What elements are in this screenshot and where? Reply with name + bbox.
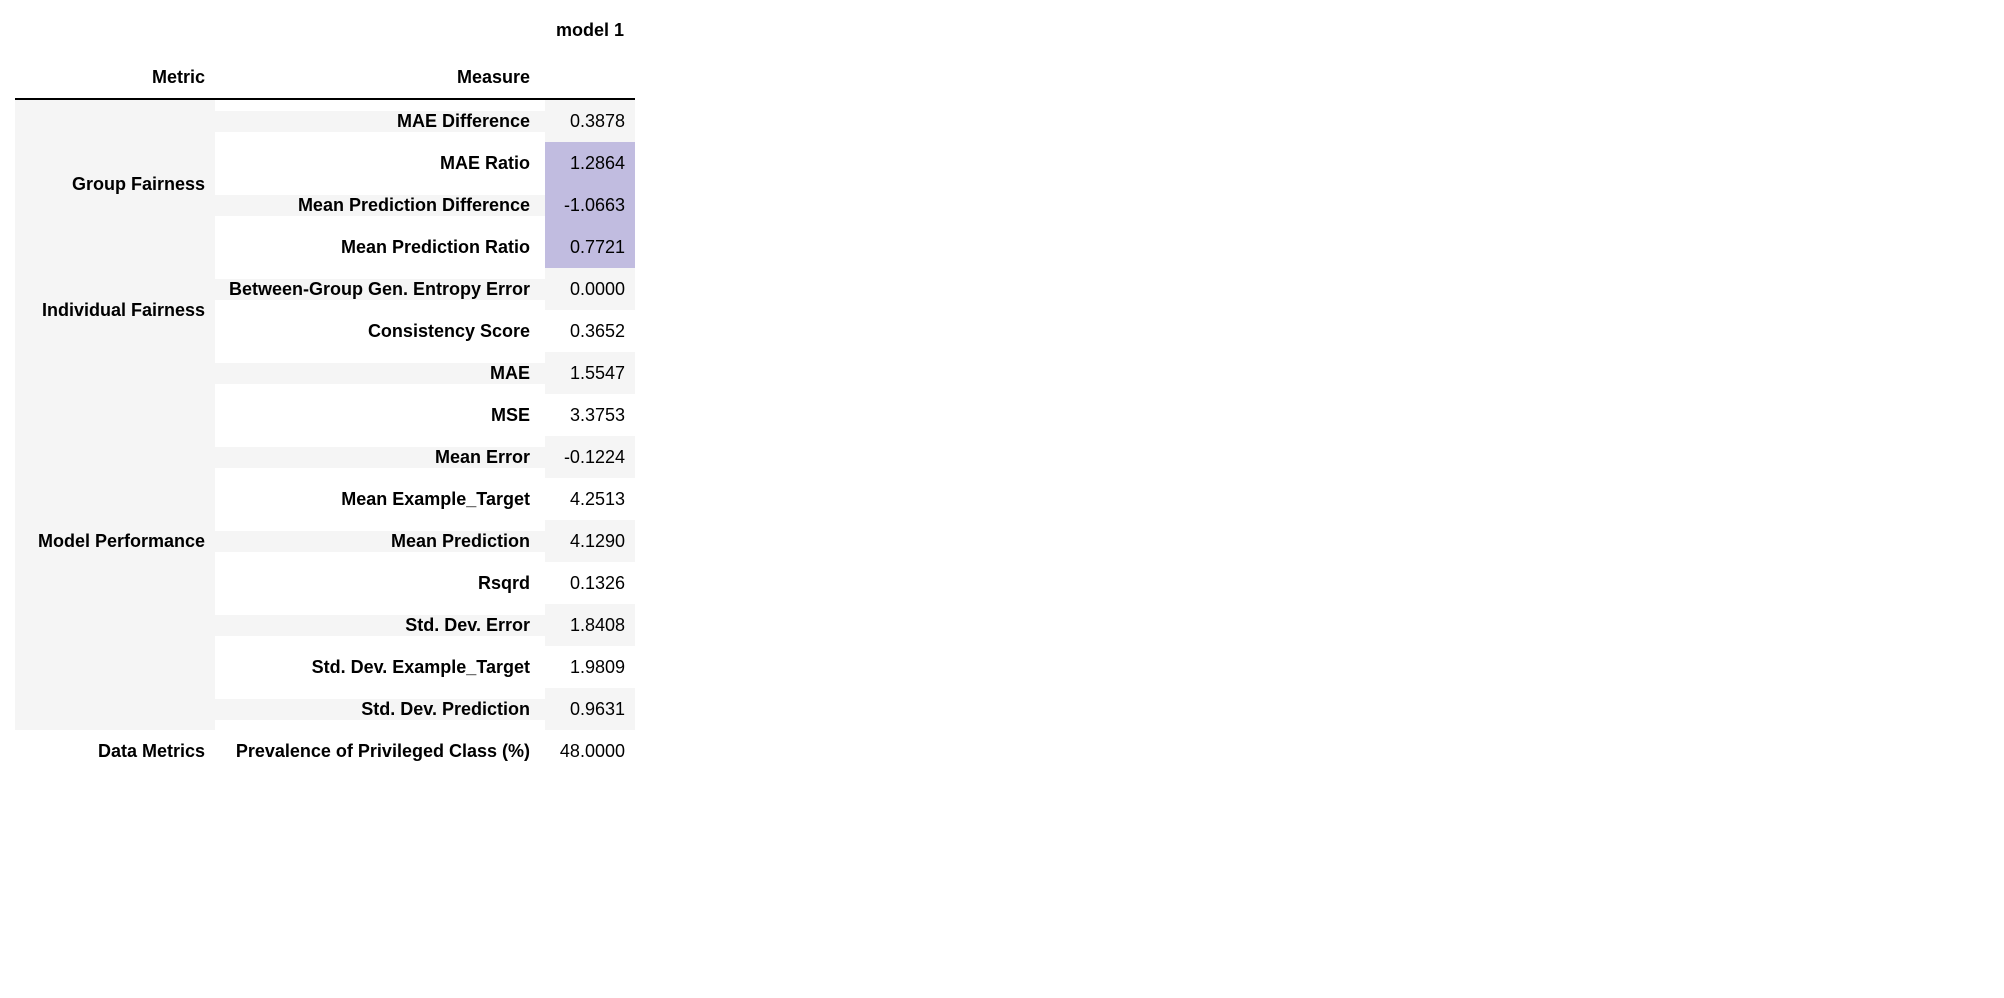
sections-container: Group FairnessMAE Difference0.3878MAE Ra… [15,100,635,772]
measure-name: Consistency Score [215,321,545,342]
header-row-labels: Metric Measure [15,49,635,98]
table-row: Mean Error-0.1224 [215,436,635,478]
metric-category-label: Data Metrics [15,730,215,772]
rows-wrapper: MAE Difference0.3878MAE Ratio1.2864Mean … [215,100,635,268]
table-row: Between-Group Gen. Entropy Error0.0000 [215,268,635,310]
measure-name: Std. Dev. Error [215,615,545,636]
measure-name: MAE Difference [215,111,545,132]
metric-header: Metric [15,67,215,88]
table-row: MAE1.5547 [215,352,635,394]
rows-wrapper: MAE1.5547MSE3.3753Mean Error-0.1224Mean … [215,352,635,730]
measure-name: Rsqrd [215,573,545,594]
data-section: Individual FairnessBetween-Group Gen. En… [15,268,635,352]
measure-name: MSE [215,405,545,426]
measure-value: 0.1326 [545,562,635,604]
header-row-model: model 1 [15,20,635,49]
table-row: Prevalence of Privileged Class (%)48.000… [215,730,635,772]
table-row: Mean Example_Target4.2513 [215,478,635,520]
measure-value: 1.8408 [545,604,635,646]
data-section: Data MetricsPrevalence of Privileged Cla… [15,730,635,772]
table-row: Std. Dev. Error1.8408 [215,604,635,646]
metric-category-label: Group Fairness [15,100,215,268]
measure-value: -1.0663 [545,184,635,226]
measure-value: 0.9631 [545,688,635,730]
measure-name: Mean Prediction Ratio [215,237,545,258]
measure-name: Mean Prediction [215,531,545,552]
rows-wrapper: Prevalence of Privileged Class (%)48.000… [215,730,635,772]
measure-value: 48.0000 [545,730,635,772]
measure-value: -0.1224 [545,436,635,478]
table-row: Mean Prediction Ratio0.7721 [215,226,635,268]
table-row: Std. Dev. Example_Target1.9809 [215,646,635,688]
measure-value: 1.2864 [545,142,635,184]
measure-name: Between-Group Gen. Entropy Error [215,279,545,300]
header-spacer-2 [215,20,545,41]
data-section: Group FairnessMAE Difference0.3878MAE Ra… [15,100,635,268]
table-row: Rsqrd0.1326 [215,562,635,604]
measure-header: Measure [215,67,545,88]
measure-value: 3.3753 [545,394,635,436]
table-row: MAE Ratio1.2864 [215,142,635,184]
model-column-header: model 1 [545,20,635,41]
measure-name: Std. Dev. Prediction [215,699,545,720]
table-row: Consistency Score0.3652 [215,310,635,352]
measure-value: 0.3878 [545,100,635,142]
measure-value: 0.3652 [545,310,635,352]
header-spacer-1 [15,20,215,41]
table-row: Mean Prediction Difference-1.0663 [215,184,635,226]
table-row: MAE Difference0.3878 [215,100,635,142]
measure-value: 0.7721 [545,226,635,268]
metric-category-label: Individual Fairness [15,268,215,352]
rows-wrapper: Between-Group Gen. Entropy Error0.0000Co… [215,268,635,352]
metrics-table: model 1 Metric Measure Group FairnessMAE… [15,20,635,772]
measure-name: Mean Prediction Difference [215,195,545,216]
measure-value: 1.9809 [545,646,635,688]
measure-name: MAE Ratio [215,153,545,174]
table-row: Std. Dev. Prediction0.9631 [215,688,635,730]
metric-category-label: Model Performance [15,352,215,730]
measure-name: Std. Dev. Example_Target [215,657,545,678]
header-spacer-3 [545,67,635,88]
measure-value: 1.5547 [545,352,635,394]
measure-value: 4.1290 [545,520,635,562]
measure-name: Mean Example_Target [215,489,545,510]
measure-name: Prevalence of Privileged Class (%) [215,741,545,762]
data-section: Model PerformanceMAE1.5547MSE3.3753Mean … [15,352,635,730]
table-row: MSE3.3753 [215,394,635,436]
measure-name: Mean Error [215,447,545,468]
table-row: Mean Prediction4.1290 [215,520,635,562]
measure-name: MAE [215,363,545,384]
measure-value: 0.0000 [545,268,635,310]
measure-value: 4.2513 [545,478,635,520]
